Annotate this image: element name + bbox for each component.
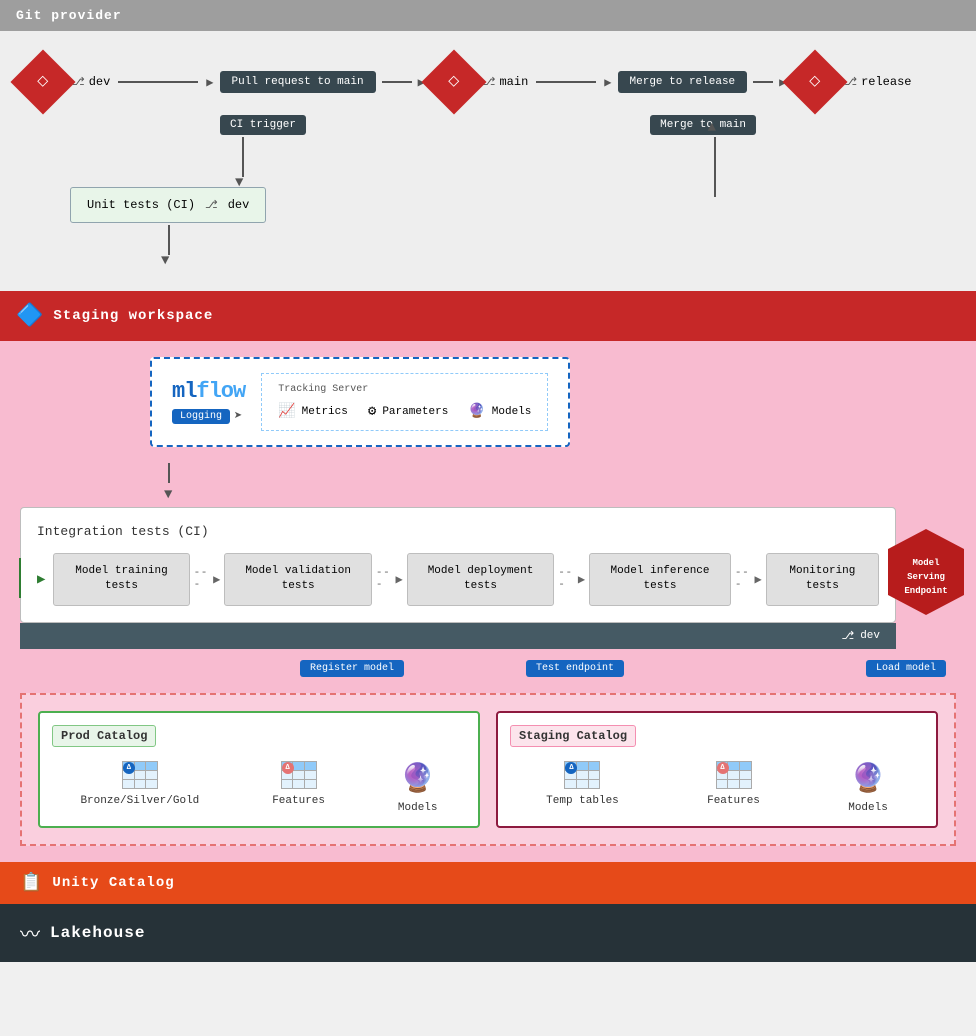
git-provider-header: Git provider xyxy=(0,0,976,31)
staging-title: Staging workspace xyxy=(53,308,213,324)
staging-features: Δ Features xyxy=(707,761,760,814)
tracking-server-title: Tracking Server xyxy=(278,384,531,395)
test-step-inference: Model inference tests xyxy=(589,553,731,606)
svg-text:Serving: Serving xyxy=(907,572,945,582)
logging-badge: Logging xyxy=(172,409,230,424)
dev-branch-label: ⎇ dev xyxy=(72,75,110,89)
unity-catalog-footer: 📋 Unity Catalog xyxy=(0,862,976,904)
prod-catalog-title: Prod Catalog xyxy=(52,725,156,747)
release-branch-label: ⎇ release xyxy=(844,75,911,89)
integration-tests-box: Integration tests (CI) ▶ Model training … xyxy=(20,507,896,623)
load-model-badge: Load model xyxy=(866,660,946,677)
tracking-server-box: Tracking Server 📈 Metrics ⚙ Parameters 🔮 xyxy=(261,373,548,431)
test-step-monitoring: Monitoring tests xyxy=(766,553,879,606)
lakehouse-title: Lakehouse xyxy=(50,924,145,942)
svg-text:Model: Model xyxy=(912,558,940,568)
staging-catalog-box: Staging Catalog Δ xyxy=(496,711,938,828)
unit-tests-branch: dev xyxy=(228,198,250,212)
prod-features: Δ Features xyxy=(272,761,325,814)
main-branch-label: ⎇ main xyxy=(483,75,529,89)
git-provider-label: Git provider xyxy=(16,8,122,23)
dev-branch-text: dev xyxy=(89,75,111,89)
prod-models: 🔮 Models xyxy=(398,761,438,814)
mlflow-logo: mlflow xyxy=(172,379,245,404)
lakehouse-footer: 〰 Lakehouse xyxy=(0,904,976,962)
prod-catalog-box: Prod Catalog Δ xyxy=(38,711,480,828)
dev-branch-bar: ⎇ dev xyxy=(20,623,896,649)
test-endpoint-badge: Test endpoint xyxy=(526,660,624,677)
unity-catalog-content: Prod Catalog Δ xyxy=(20,693,956,846)
integration-tests-title: Integration tests (CI) xyxy=(37,524,879,539)
unity-catalog-title: Unity Catalog xyxy=(52,875,174,891)
staging-temp-tables: Δ Temp tables xyxy=(546,761,619,814)
unit-tests-label: Unit tests (CI) xyxy=(87,198,195,212)
staging-catalog-title: Staging Catalog xyxy=(510,725,636,747)
models-item: 🔮 Models xyxy=(468,403,531,420)
merge-to-release-badge: Merge to release xyxy=(618,71,748,93)
dev-bar-branch-label: dev xyxy=(860,630,880,642)
mlflow-tracking-server: mlflow Logging ➤ Tracking Server 📈 xyxy=(150,357,570,447)
staging-models: 🔮 Models xyxy=(848,761,888,814)
model-serving-endpoint: Model Serving Endpoint xyxy=(886,527,966,607)
merge-to-main-badge: Merge to main xyxy=(650,115,756,135)
pull-request-badge: Pull request to main xyxy=(220,71,376,93)
parameters-item: ⚙ Parameters xyxy=(368,403,448,420)
release-branch-text: release xyxy=(861,75,911,89)
svg-text:Endpoint: Endpoint xyxy=(904,586,947,596)
test-step-validation: Model validation tests xyxy=(224,553,372,606)
register-model-badge: Register model xyxy=(300,660,404,677)
unit-tests-box: Unit tests (CI) ⎇ dev xyxy=(70,187,266,223)
prod-bronze-silver-gold: Δ Bronze/Silver/Gold xyxy=(80,761,199,814)
test-step-deployment: Model deployment tests xyxy=(407,553,555,606)
ci-trigger-badge: CI trigger xyxy=(220,115,306,135)
metrics-item: 📈 Metrics xyxy=(278,403,348,420)
main-branch-text: main xyxy=(499,75,528,89)
staging-workspace-header: 🔷 Staging workspace xyxy=(0,291,976,341)
test-step-training: Model training tests xyxy=(53,553,189,606)
